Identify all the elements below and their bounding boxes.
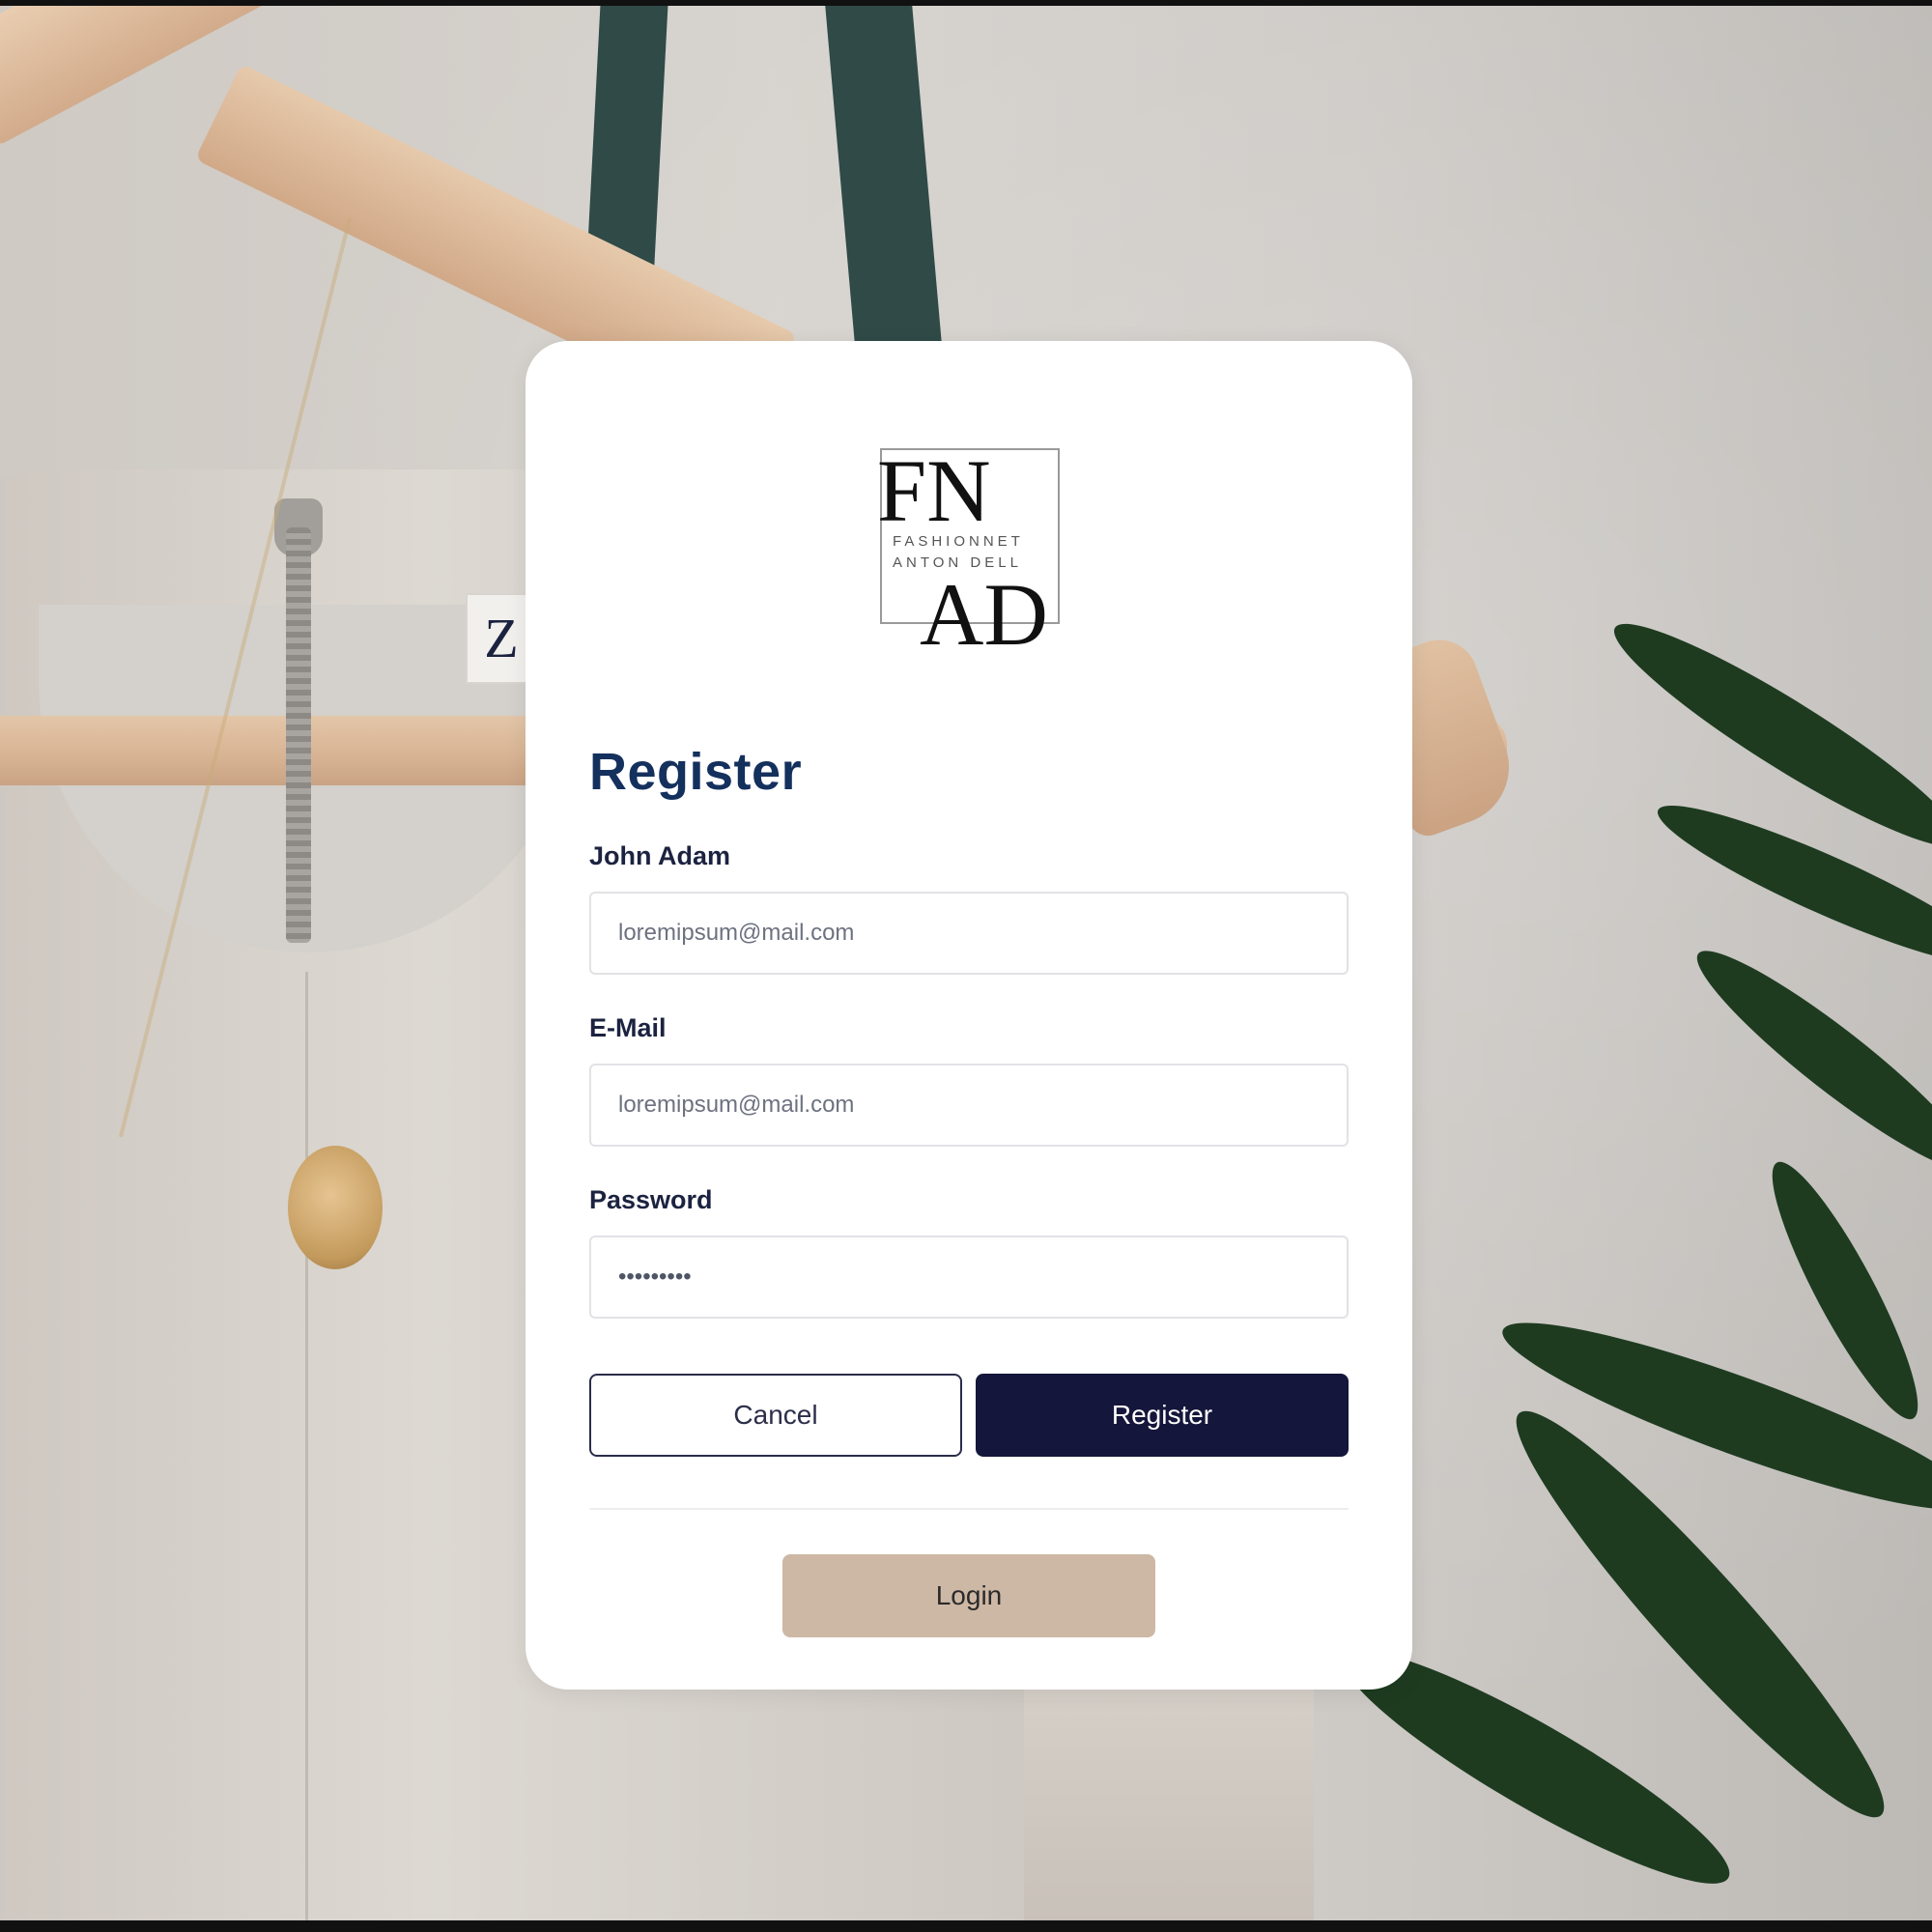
svg-text:FASHIONNET: FASHIONNET: [893, 533, 1024, 550]
form-title: Register: [589, 743, 803, 801]
register-button[interactable]: Register: [976, 1374, 1349, 1457]
register-card: FN FASHIONNET ANTON DELL AD Register Joh…: [526, 341, 1412, 1690]
name-input[interactable]: [589, 892, 1349, 975]
svg-text:FN: FN: [877, 447, 991, 540]
divider: [589, 1508, 1349, 1510]
brand-logo: FN FASHIONNET ANTON DELL AD: [877, 447, 1063, 650]
email-input[interactable]: [589, 1064, 1349, 1147]
email-label: E-Mail: [589, 1013, 667, 1042]
cancel-button[interactable]: Cancel: [589, 1374, 962, 1457]
dress-seam: [305, 972, 308, 1920]
necklace-pendant: [288, 1146, 383, 1269]
login-button[interactable]: Login: [782, 1554, 1155, 1637]
name-label: John Adam: [589, 841, 731, 870]
zipper: [286, 527, 311, 943]
svg-text:AD: AD: [920, 565, 1048, 650]
password-input[interactable]: [589, 1236, 1349, 1319]
password-label: Password: [589, 1185, 713, 1214]
